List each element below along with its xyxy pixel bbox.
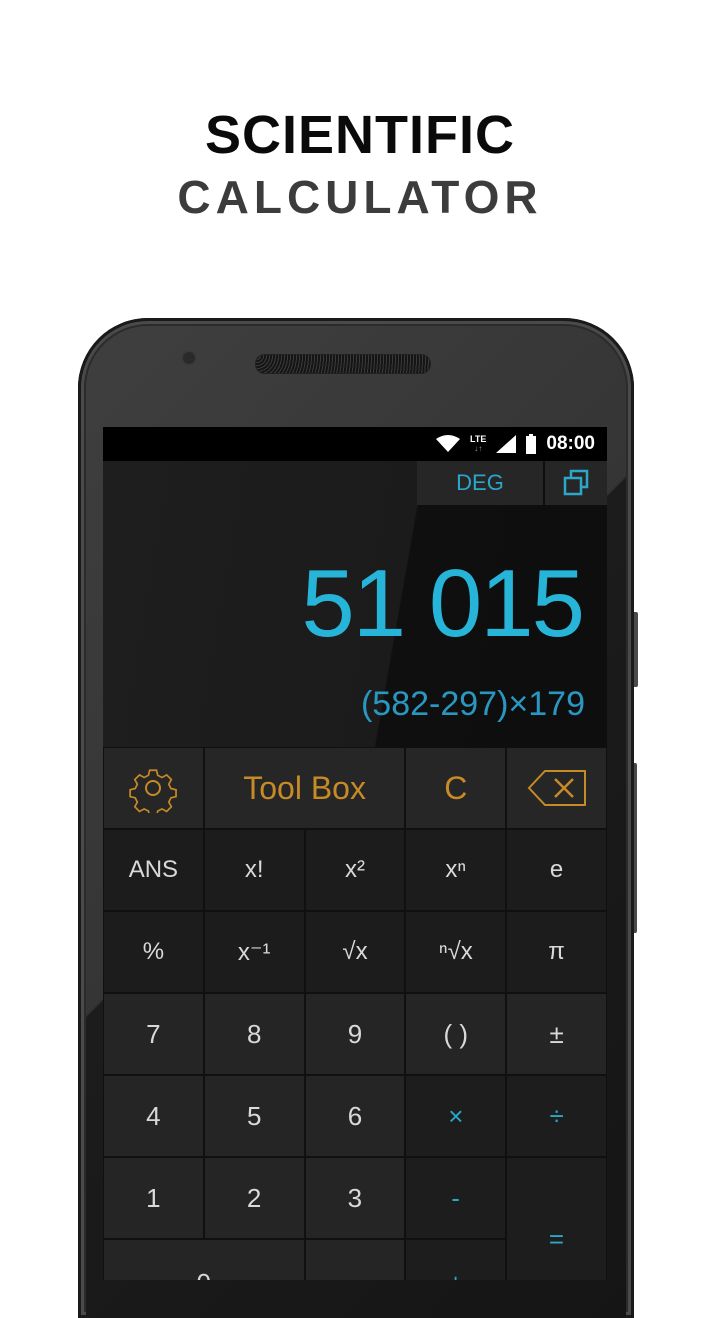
- lte-indicator: LTE ↓↑: [470, 434, 487, 454]
- promo-title-line1: SCIENTIFIC: [204, 105, 515, 165]
- percent-key[interactable]: %: [103, 911, 204, 993]
- wifi-icon: [436, 435, 461, 452]
- add-key[interactable]: +: [405, 1239, 506, 1280]
- plus-minus-key[interactable]: ±: [506, 993, 607, 1075]
- backspace-button[interactable]: [506, 747, 607, 829]
- toolbar-row: Tool Box C: [103, 747, 607, 829]
- settings-button[interactable]: [103, 747, 204, 829]
- key-2[interactable]: 2: [203, 1157, 305, 1239]
- ans-key[interactable]: ANS: [103, 829, 204, 911]
- subtract-key[interactable]: -: [405, 1157, 506, 1239]
- key-5[interactable]: 5: [203, 1075, 305, 1157]
- key-9[interactable]: 9: [304, 993, 406, 1075]
- status-bar: LTE ↓↑ 08:00: [103, 427, 607, 461]
- copy-button[interactable]: [545, 461, 607, 505]
- decimal-key[interactable]: .: [304, 1239, 406, 1280]
- square-key[interactable]: x²: [304, 829, 406, 911]
- speaker-grille: [255, 354, 431, 374]
- backspace-icon: [527, 770, 586, 806]
- key-3[interactable]: 3: [304, 1157, 406, 1239]
- display-panel: DEG 51 015 (582-297)×179: [103, 461, 607, 747]
- parentheses-key[interactable]: ( ): [405, 993, 507, 1075]
- reciprocal-key[interactable]: x⁻¹: [203, 911, 305, 993]
- promo-title-line2: CALCULATOR: [177, 171, 543, 223]
- nth-root-key[interactable]: ⁿ√x: [405, 911, 507, 993]
- keypad-row-4: 0 . +: [103, 1239, 506, 1280]
- key-0[interactable]: 0: [103, 1239, 305, 1280]
- status-time: 08:00: [546, 433, 595, 454]
- function-row-2: % x⁻¹ √x ⁿ√x π: [103, 911, 607, 993]
- angle-mode-button[interactable]: DEG: [417, 461, 543, 505]
- function-row-1: ANS x! x² xⁿ e: [103, 829, 607, 911]
- copy-icon: [563, 469, 589, 496]
- battery-icon: [526, 434, 537, 454]
- keypad-row-3: 1 2 3 -: [103, 1157, 506, 1239]
- key-6[interactable]: 6: [304, 1075, 406, 1157]
- power-key[interactable]: xⁿ: [405, 829, 507, 911]
- keypad-row-1: 7 8 9 ( ) ±: [103, 993, 607, 1075]
- keypad: Tool Box C ANS x! x² xⁿ e % x⁻¹ √x ⁿ√x π…: [103, 747, 607, 1280]
- toolbox-button[interactable]: Tool Box: [203, 747, 406, 829]
- euler-key[interactable]: e: [506, 829, 607, 911]
- key-8[interactable]: 8: [203, 993, 305, 1075]
- camera-icon: [183, 352, 195, 364]
- gear-icon: [129, 769, 178, 813]
- result-display: 51 015: [301, 550, 585, 657]
- signal-icon: [496, 435, 517, 453]
- expression-display: (582-297)×179: [360, 685, 585, 723]
- key-1[interactable]: 1: [103, 1157, 204, 1239]
- keypad-row-2: 4 5 6 × ÷: [103, 1075, 607, 1157]
- pi-key[interactable]: π: [506, 911, 607, 993]
- sqrt-key[interactable]: √x: [304, 911, 406, 993]
- divide-key[interactable]: ÷: [506, 1075, 607, 1157]
- key-4[interactable]: 4: [103, 1075, 204, 1157]
- factorial-key[interactable]: x!: [203, 829, 305, 911]
- app-screen: LTE ↓↑ 08:00 DEG 51 015 (582-297)×179 Too…: [103, 427, 607, 1280]
- key-7[interactable]: 7: [103, 993, 204, 1075]
- clear-button[interactable]: C: [405, 747, 507, 829]
- equals-key[interactable]: =: [506, 1157, 607, 1280]
- multiply-key[interactable]: ×: [405, 1075, 507, 1157]
